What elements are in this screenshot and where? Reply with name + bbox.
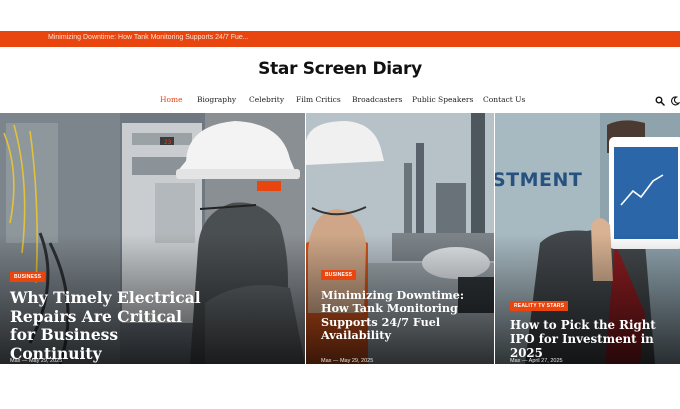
post-meta: Max — April 27, 2025 — [510, 358, 563, 364]
nav-item-home[interactable]: Home — [160, 95, 183, 104]
featured-post-card[interactable]: Business Minimizing Downtime: How Tank M… — [306, 113, 494, 364]
post-date: May 29, 2025 — [339, 358, 374, 364]
category-badge[interactable]: Reality TV Stars — [510, 301, 569, 311]
theme-toggle-icon[interactable] — [670, 96, 680, 106]
post-meta: Max — May 29, 2025 — [10, 358, 63, 364]
nav-item-celebrity[interactable]: Celebrity — [249, 95, 284, 104]
nav-item-film-critics[interactable]: Film Critics — [296, 95, 341, 104]
post-date: April 27, 2025 — [528, 358, 563, 364]
featured-post-card[interactable]: 23 Business Why Timely Electrical Repair… — [0, 113, 305, 364]
post-title[interactable]: Why Timely Electrical Repairs Are Critic… — [10, 288, 210, 363]
main-navigation: Home Biography Celebrity Film Critics Br… — [0, 95, 680, 107]
post-title[interactable]: How to Pick the Right IPO for Investment… — [510, 318, 665, 360]
search-icon[interactable] — [655, 96, 665, 106]
svg-text:23: 23 — [164, 139, 172, 146]
breaking-news-bar: Minimizing Downtime: How Tank Monitoring… — [0, 31, 680, 47]
post-meta: Max — May 29, 2025 — [321, 358, 374, 364]
image-caption-text: STMENT — [495, 169, 583, 191]
nav-item-biography[interactable]: Biography — [197, 95, 236, 104]
featured-post-card[interactable]: STMENT Reality TV Stars How to Pick the … — [495, 113, 680, 364]
post-date: May 29, 2025 — [28, 358, 63, 364]
category-badge[interactable]: Business — [321, 270, 357, 280]
ticker-headline-link[interactable]: Minimizing Downtime: How Tank Monitoring… — [48, 34, 249, 41]
nav-item-broadcasters[interactable]: Broadcasters — [352, 95, 402, 104]
post-title[interactable]: Minimizing Downtime: How Tank Monitoring… — [321, 288, 471, 343]
category-badge[interactable]: Business — [10, 272, 46, 282]
post-author[interactable]: Max — [10, 358, 20, 364]
nav-item-public-speakers[interactable]: Public Speakers — [412, 95, 473, 104]
post-author[interactable]: Max — [321, 358, 331, 364]
post-author[interactable]: Max — [510, 358, 520, 364]
site-title[interactable]: Star Screen Diary — [0, 59, 680, 79]
nav-item-contact-us[interactable]: Contact Us — [483, 95, 525, 104]
